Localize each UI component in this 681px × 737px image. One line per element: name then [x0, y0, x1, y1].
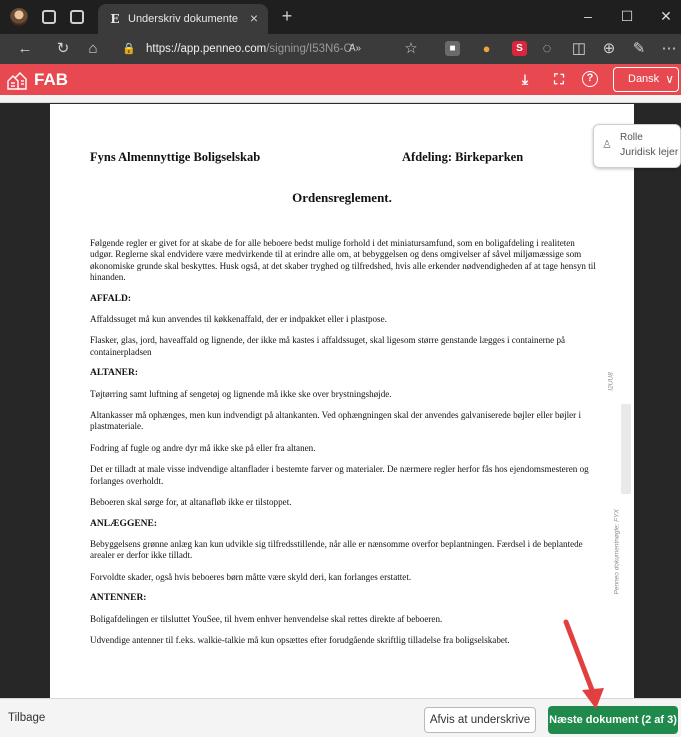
scrollbar-thumb[interactable]: [621, 404, 631, 494]
minimize-button[interactable]: –: [577, 6, 599, 26]
extension-icon-3[interactable]: ◌: [538, 40, 556, 58]
back-arrow-icon[interactable]: ←: [16, 40, 34, 58]
section-heading: ANTENNER:: [90, 593, 147, 604]
document-key-fragment: I2UU8: [607, 372, 615, 391]
extension-icon-s[interactable]: S: [512, 41, 527, 56]
document-page: Fyns Almennyttige Boligselskab Afdeling:…: [50, 104, 634, 698]
language-label: Dansk: [628, 73, 660, 85]
penneo-favicon-icon: E: [110, 12, 120, 26]
role-card[interactable]: ♙ Rolle Juridisk lejer: [593, 124, 681, 168]
refresh-icon[interactable]: ↻: [54, 40, 72, 58]
section-paragraph: Beboeren skal sørge for, at altanafløb i…: [90, 497, 292, 508]
document-body: Følgende regler er givet for at skabe de…: [90, 238, 600, 656]
back-link[interactable]: Tilbage: [8, 712, 45, 724]
new-tab-button[interactable]: +: [278, 7, 296, 25]
download-icon[interactable]: ⤓: [516, 70, 534, 88]
tab-actions-icon[interactable]: [70, 10, 84, 24]
collections-icon[interactable]: ⊕: [600, 40, 618, 58]
language-dropdown[interactable]: Dansk ∨: [613, 67, 679, 92]
section-paragraph: Bebyggelsens grønne anlæg kan kun udvikl…: [90, 538, 583, 561]
app-subbar: [0, 95, 681, 103]
tab-title: Underskriv dokumenter - Penneo: [128, 13, 238, 25]
extension-icon-1[interactable]: ■: [445, 41, 460, 56]
profile-avatar[interactable]: [10, 8, 28, 26]
maximize-button[interactable]: ☐: [616, 6, 638, 26]
favorite-star-icon[interactable]: ☆: [402, 40, 420, 58]
signing-footer: Tilbage Afvis at underskrive Næste dokum…: [0, 698, 681, 737]
extensions-icon[interactable]: ✎: [630, 40, 648, 58]
tab-close-icon[interactable]: ×: [246, 10, 262, 26]
section-heading: AFFALD:: [90, 293, 131, 304]
document-viewer[interactable]: Fyns Almennyttige Boligselskab Afdeling:…: [0, 104, 681, 698]
extension-icon-2[interactable]: ●: [479, 41, 494, 56]
section-paragraph: Forvoldte skader, også hvis beboeres bør…: [90, 571, 412, 582]
app-header: FAB ⤓ ⛶ ? Dansk ∨: [0, 64, 681, 95]
document-organization: Fyns Almennyttige Boligselskab: [90, 150, 261, 164]
section-paragraph: Altankasser må ophænges, men kun indvend…: [90, 410, 582, 432]
read-aloud-icon[interactable]: A»: [346, 40, 364, 58]
section-heading: ALTANER:: [90, 368, 139, 379]
help-icon[interactable]: ?: [582, 71, 598, 87]
next-document-button[interactable]: Næste dokument (2 af 3): [548, 706, 678, 734]
split-screen-icon[interactable]: ◫: [570, 40, 588, 58]
section-paragraph: Det er tilladt at male visse indvendige …: [90, 464, 589, 486]
address-bar[interactable]: 🔒 https://app.penneo.com/signing/I53N6-C…: [110, 38, 430, 60]
document-key-label: Penneo dokumentnøgle: FYX: [613, 509, 621, 595]
document-title: Ordensreglement.: [292, 190, 392, 205]
url-text: https://app.penneo.com/signing/I53N6-CY4…: [146, 43, 354, 55]
close-window-button[interactable]: ✕: [655, 6, 677, 26]
more-options-icon[interactable]: ⋯: [660, 40, 678, 58]
section-paragraph: Udvendige antenner til f.eks. walkie-tal…: [90, 634, 510, 645]
document-intro: Følgende regler er givet for at skabe de…: [90, 238, 596, 283]
document-department: Afdeling: Birkeparken: [402, 150, 524, 164]
browser-tab-active[interactable]: E Underskriv dokumenter - Penneo ×: [98, 4, 268, 34]
section-paragraph: Boligafdelingen er tilsluttet YouSee, ti…: [90, 613, 443, 624]
home-icon[interactable]: ⌂: [84, 40, 102, 58]
role-label: Rolle: [620, 132, 643, 143]
chevron-down-icon: ∨: [665, 72, 674, 86]
fullscreen-icon[interactable]: ⛶: [550, 70, 568, 88]
fab-logo-icon: [7, 72, 27, 90]
app-window: E Underskriv dokumenter - Penneo × + – ☐…: [0, 0, 681, 737]
section-paragraph: Flasker, glas, jord, haveaffald og ligne…: [90, 335, 566, 357]
section-paragraph: Tøjtørring samt luftning af sengetøj og …: [90, 388, 392, 399]
workspaces-icon[interactable]: [42, 10, 56, 24]
user-icon: ♙: [602, 139, 612, 151]
browser-toolbar: ← ↻ ⌂ 🔒 https://app.penneo.com/signing/I…: [0, 34, 681, 64]
section-heading: ANLÆGGENE:: [90, 518, 158, 529]
section-paragraph: Affaldssuget må kun anvendes til køkkena…: [90, 314, 387, 325]
app-logo-text: FAB: [34, 70, 68, 89]
section-paragraph: Fodring af fugle og andre dyr må ikke sk…: [90, 442, 316, 453]
role-value: Juridisk lejer: [620, 146, 679, 158]
lock-icon: 🔒: [122, 43, 136, 55]
browser-tab-strip: E Underskriv dokumenter - Penneo × + – ☐…: [0, 0, 681, 34]
reject-signing-button[interactable]: Afvis at underskrive: [424, 707, 536, 733]
